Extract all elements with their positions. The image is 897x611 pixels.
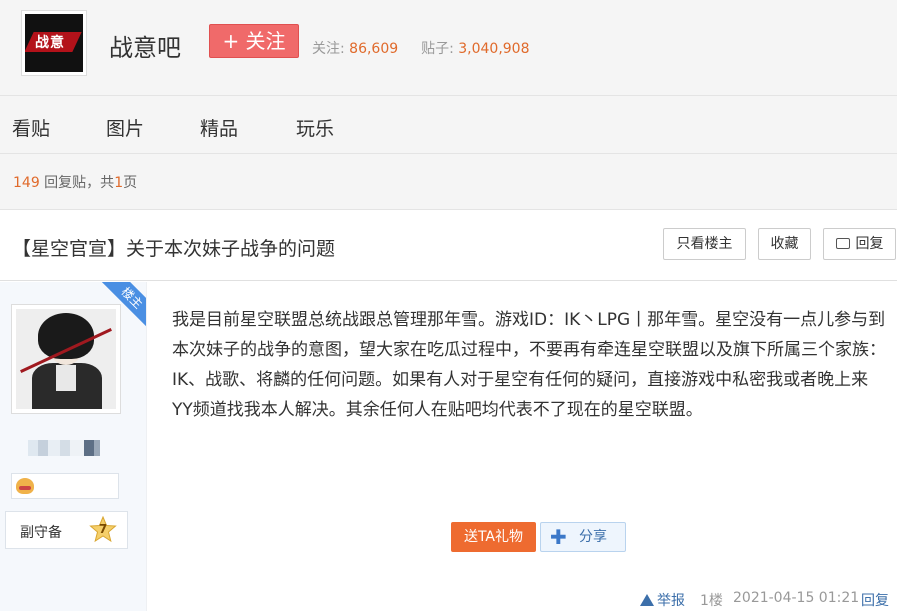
user-badges: [11, 473, 119, 499]
reply-button-label: 回复: [855, 236, 884, 252]
user-rank[interactable]: 副守备 7: [5, 511, 128, 549]
reply-button[interactable]: 回复: [823, 228, 896, 260]
forum-nav: 看贴 图片 精品 玩乐: [0, 95, 897, 154]
forum-stats: 关注: 86,609 贴子: 3,040,908: [312, 38, 530, 58]
report-link[interactable]: 举报: [640, 590, 685, 610]
report-label: 举报: [657, 593, 685, 609]
nav-item-posts[interactable]: 看贴: [12, 114, 50, 141]
emoji-badge-icon: [16, 478, 34, 494]
rank-label: 副守备: [20, 525, 62, 541]
forum-logo[interactable]: 战意: [21, 10, 87, 76]
author-panel: 楼主 副守备 7: [0, 282, 147, 611]
favorite-button[interactable]: 收藏: [758, 228, 811, 260]
avatar-image: [16, 309, 116, 409]
follow-button[interactable]: + 关注: [209, 24, 299, 58]
posts-count: 3,040,908: [458, 41, 530, 57]
followers-label: 关注:: [312, 41, 345, 57]
nav-item-featured[interactable]: 精品: [200, 114, 238, 141]
logo-image: 战意: [25, 14, 83, 72]
warning-icon: [640, 594, 654, 606]
thread-title-bar: 【星空官宣】关于本次妹子战争的问题 只看楼主 收藏 回复: [0, 210, 897, 281]
share-plus-icon: ✚: [550, 525, 567, 549]
share-button[interactable]: ✚ 分享: [540, 522, 626, 552]
chat-icon: [835, 238, 850, 249]
nav-item-fun[interactable]: 玩乐: [296, 114, 334, 141]
thread-title: 【星空官宣】关于本次妹子战争的问题: [12, 238, 336, 260]
forum-name[interactable]: 战意吧: [109, 28, 181, 63]
reply-info-bar: 149 回复贴，共1页: [0, 154, 897, 210]
avatar[interactable]: [11, 304, 121, 414]
rank-level: 7: [98, 522, 108, 536]
reply-count: 149: [13, 175, 40, 191]
forum-header: 战意 战意吧 + 关注 关注: 86,609 贴子: 3,040,908: [0, 0, 897, 95]
post-reply-link[interactable]: 回复: [861, 590, 889, 610]
send-gift-button[interactable]: 送TA礼物: [451, 522, 536, 552]
post-content: 我是目前星空联盟总统战跟总管理那年雪。游戏ID：IK丶LPG丨那年雪。星空没有一…: [172, 310, 886, 420]
nav-item-pictures[interactable]: 图片: [106, 114, 144, 141]
post-time: 2021-04-15 01:21: [733, 590, 860, 606]
followers-count: 86,609: [349, 41, 399, 57]
floor-number: 1楼: [700, 593, 723, 609]
logo-text: 战意: [35, 35, 65, 51]
reply-info: 149 回复贴，共1页: [13, 172, 137, 192]
posts-label: 贴子:: [421, 41, 454, 57]
only-op-button[interactable]: 只看楼主: [663, 228, 746, 260]
username-pixelated[interactable]: [28, 440, 108, 456]
share-label: 分享: [579, 529, 607, 545]
page-count: 1: [114, 175, 124, 191]
reply-info-suffix: 页: [123, 175, 138, 191]
reply-info-mid: 回复贴，共: [39, 175, 115, 191]
